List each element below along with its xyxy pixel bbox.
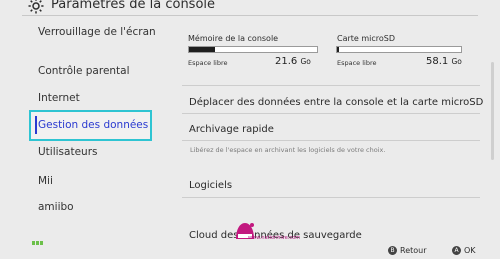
- microsd-title: Carte microSD: [337, 34, 396, 43]
- microsd-free-unit: Go: [451, 57, 462, 66]
- b-button-icon: B: [388, 246, 397, 255]
- header: Paramètres de la console: [0, 0, 500, 17]
- page-title: Paramètres de la console: [51, 0, 216, 12]
- sidebar-selection-indicator: [35, 116, 37, 134]
- microsd-free-amount: 58.1: [426, 56, 449, 67]
- back-label: Retour: [400, 246, 427, 255]
- microsd-used-fill: [337, 47, 340, 52]
- sidebar-item-parental-control[interactable]: Contrôle parental: [38, 65, 130, 78]
- move-data-option[interactable]: Déplacer des données entre la console et…: [189, 97, 483, 109]
- row-divider: [182, 140, 480, 141]
- footer: B Retour A OK: [0, 238, 500, 255]
- ok-label: OK: [464, 246, 476, 255]
- sidebar-item-data-management[interactable]: Gestion des données: [38, 119, 148, 132]
- quick-archive-option[interactable]: Archivage rapide: [189, 124, 274, 136]
- microsd-free-value: 58.1 Go: [426, 56, 462, 68]
- sidebar-item-users[interactable]: Utilisateurs: [38, 146, 97, 159]
- microsd-bar: [336, 46, 462, 53]
- sidebar-item-mii[interactable]: Mii: [38, 175, 53, 188]
- row-divider: [182, 113, 480, 114]
- scrollbar[interactable]: [491, 62, 494, 160]
- row-divider: [182, 197, 480, 198]
- console-memory-used-fill: [189, 47, 215, 52]
- sidebar-item-amiibo[interactable]: amiibo: [38, 201, 74, 214]
- microsd-free-label: Espace libre: [337, 59, 377, 67]
- console-memory-title: Mémoire de la console: [188, 34, 279, 43]
- console-free-amount: 21.6: [275, 56, 298, 67]
- row-divider: [182, 85, 480, 86]
- console-free-unit: Go: [300, 57, 311, 66]
- sidebar-item-screen-lock[interactable]: Verrouillage de l'écran: [38, 26, 156, 39]
- software-option[interactable]: Logiciels: [189, 180, 232, 192]
- console-memory-bar: [188, 46, 318, 53]
- a-button-icon: A: [452, 246, 461, 255]
- sidebar-item-internet[interactable]: Internet: [38, 92, 80, 105]
- gear-icon: [28, 0, 44, 14]
- quick-archive-description: Libérez de l'espace en archivant les log…: [190, 146, 386, 154]
- console-free-value: 21.6 Go: [275, 56, 311, 68]
- console-free-label: Espace libre: [188, 59, 228, 67]
- battery-icon: [32, 241, 43, 245]
